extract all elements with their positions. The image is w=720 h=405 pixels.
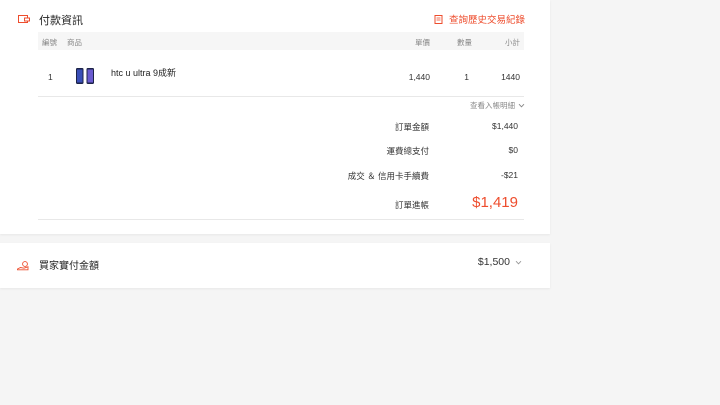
summary-value: $0: [508, 145, 518, 155]
header-subtotal: 小計: [505, 38, 520, 47]
buyer-payment-label: 買家實付金額: [39, 261, 99, 272]
header-qty: 數量: [457, 38, 472, 47]
summary-label: 成交 ＆ 信用卡手續費: [347, 171, 429, 181]
table-row: 1 htc u ultra 9成新 1,440 1 1440: [38, 50, 524, 96]
row-qty: 1: [464, 72, 469, 82]
wallet-icon: [18, 15, 30, 23]
product-name[interactable]: htc u ultra 9成新: [111, 66, 176, 79]
row-subtotal: 1440: [501, 72, 520, 82]
summary-value: $1,440: [492, 121, 518, 131]
chevron-down-icon: [515, 260, 522, 264]
divider: [38, 96, 524, 97]
transaction-history-link[interactable]: 查詢歷史交易紀錄: [434, 12, 525, 26]
summary-label: 訂單金額: [394, 122, 429, 132]
money-hand-icon: [17, 261, 29, 271]
product-thumbnail[interactable]: [73, 67, 97, 85]
summary-label: 運費總支付: [386, 146, 429, 156]
chevron-down-icon: [518, 103, 525, 108]
divider: [38, 219, 524, 220]
buyer-payment-value: $1,500: [477, 256, 510, 268]
header-price: 單價: [415, 38, 430, 47]
payment-info-card: 付款資訊 查詢歷史交易紀錄 編號 商品 單價 數量 小計 1 htc u ult…: [0, 0, 550, 234]
buyer-payment-toggle[interactable]: $1,500: [478, 256, 522, 268]
view-breakdown-link[interactable]: 查看入帳明細: [470, 100, 525, 111]
row-no: 1: [48, 72, 53, 82]
summary-value: -$21: [500, 170, 518, 180]
breakdown-link-label: 查看入帳明細: [470, 101, 515, 110]
summary-label: 訂單進帳: [394, 200, 429, 210]
history-link-label: 查詢歷史交易紀錄: [448, 15, 525, 26]
buyer-payment-card[interactable]: 買家實付金額 $1,500: [0, 243, 550, 288]
receipt-icon: [434, 14, 443, 24]
header-no: 編號: [42, 38, 57, 47]
row-price: 1,440: [408, 72, 430, 82]
section-title: 付款資訊: [39, 15, 83, 27]
order-income-total: $1,419: [472, 194, 518, 211]
header-item: 商品: [67, 38, 82, 47]
table-header: 編號 商品 單價 數量 小計: [38, 32, 524, 50]
